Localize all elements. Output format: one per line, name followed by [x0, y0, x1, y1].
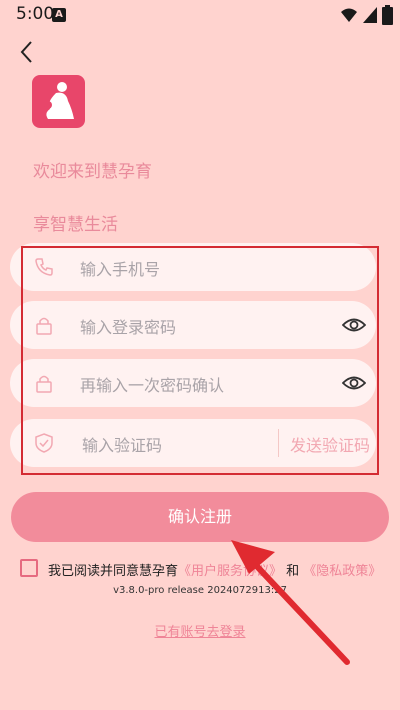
status-time: 5:00 — [16, 4, 55, 24]
wifi-icon — [341, 8, 357, 22]
back-arrow-icon[interactable] — [14, 38, 38, 66]
status-bar: 5:00 A — [0, 0, 400, 30]
agreement-prefix: 我已阅读并同意慧孕育 — [48, 564, 179, 579]
slogan-text: 享智慧生活 — [33, 215, 118, 235]
mother-baby-logo-icon — [44, 82, 74, 119]
battery-icon — [382, 5, 393, 25]
highlight-box — [21, 246, 379, 475]
annotation-arrow-icon — [231, 540, 350, 665]
notification-icon: A — [52, 8, 66, 22]
app-logo — [32, 75, 85, 128]
agreement-checkbox[interactable] — [20, 559, 38, 577]
signal-icon — [363, 7, 377, 23]
welcome-text: 欢迎来到慧孕育 — [33, 162, 152, 182]
